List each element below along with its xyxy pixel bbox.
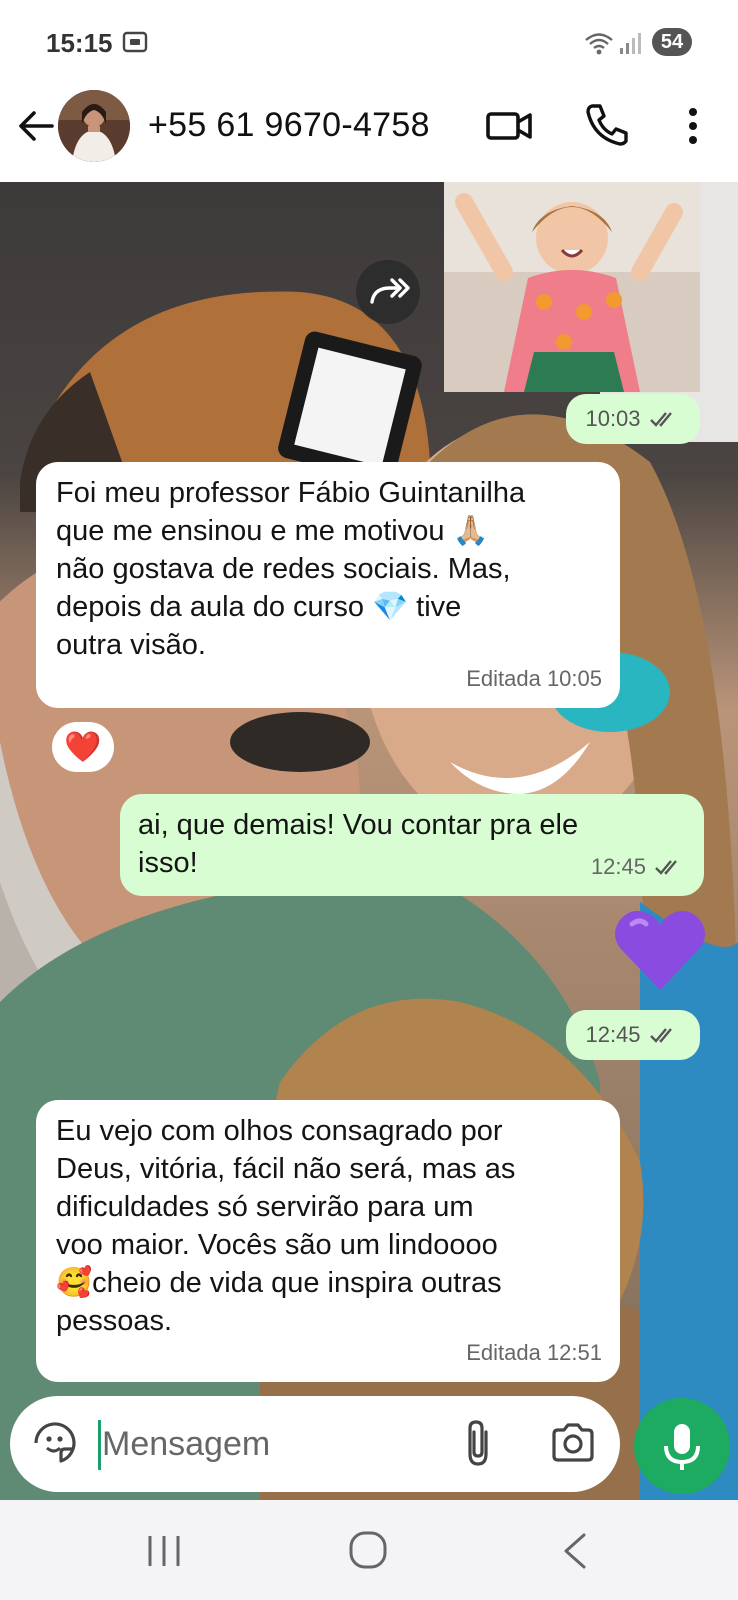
text-cursor	[98, 1420, 101, 1470]
message-line: ai, que demais! Vou contar pra ele	[138, 809, 579, 841]
message-line: dificuldades só servirão para um	[56, 1191, 474, 1223]
incoming-message[interactable]: Eu vejo com olhos consagrado por Deus, v…	[36, 1100, 620, 1382]
outgoing-message[interactable]: ai, que demais! Vou contar pra ele isso!…	[120, 794, 704, 896]
message-time: 10:03	[585, 406, 641, 431]
message-line: 🥰cheio de vida que inspira outras	[56, 1267, 502, 1299]
message-line: voo maior. Vocês são um lindoooo	[56, 1229, 498, 1261]
message-time: 12:45	[590, 854, 646, 879]
message-line: que me ensinou e me motivou 🙏🏼	[56, 515, 489, 547]
message-line: não gostava de redes sociais. Mas,	[56, 553, 511, 585]
message-time: 12:45	[585, 1022, 641, 1047]
shared-photo[interactable]	[444, 182, 700, 392]
read-receipt-icon	[655, 860, 677, 875]
back-arrow-icon[interactable]	[14, 104, 58, 148]
image-message-meta: 10:03	[566, 394, 700, 444]
wifi-icon	[585, 33, 613, 55]
battery-icon: 54	[652, 28, 692, 56]
more-vert-icon[interactable]	[678, 102, 708, 150]
video-call-icon[interactable]	[484, 102, 534, 150]
chat-area[interactable]: 10:03 Foi meu professor Fábio Guintanilh…	[0, 182, 738, 1500]
message-line: Eu vejo com olhos consagrado por	[56, 1115, 503, 1147]
chat-header: +55 61 9670-4758	[0, 84, 738, 182]
attach-icon[interactable]	[460, 1418, 496, 1468]
screenshot-icon	[122, 31, 148, 53]
message-composer	[10, 1396, 620, 1492]
status-time: 15:15	[46, 28, 113, 58]
contact-name[interactable]: +55 61 9670-4758	[148, 106, 430, 145]
message-input[interactable]	[102, 1416, 432, 1472]
signal-icon	[620, 33, 641, 54]
forward-icon	[370, 278, 410, 304]
message-meta: Editada 12:51	[466, 1340, 602, 1365]
message-line: Deus, vitória, fácil não será, mas as	[56, 1153, 516, 1185]
system-nav-bar	[0, 1500, 738, 1600]
message-meta: 12:45	[591, 848, 686, 886]
message-line: depois da aula do curso 💎 tive	[56, 591, 462, 623]
camera-icon[interactable]	[550, 1420, 596, 1466]
recent-apps-icon[interactable]	[144, 1534, 184, 1568]
phone-icon[interactable]	[584, 100, 630, 148]
heart-reaction-icon: ❤️	[64, 730, 102, 764]
sticker-icon[interactable]	[32, 1420, 78, 1466]
reaction-badge[interactable]: ❤️	[52, 722, 114, 772]
forward-button[interactable]	[356, 260, 420, 324]
mic-icon	[664, 1424, 700, 1470]
message-meta: Editada 10:05	[466, 666, 602, 691]
message-line: outra visão.	[56, 629, 206, 661]
avatar[interactable]	[58, 90, 130, 162]
mic-button[interactable]	[634, 1398, 730, 1494]
status-bar: 15:15 54	[0, 0, 738, 84]
back-icon[interactable]	[560, 1532, 590, 1570]
purple-heart-emoji[interactable]	[612, 908, 708, 994]
incoming-message[interactable]: Foi meu professor Fábio Guintanilha que …	[36, 462, 620, 708]
read-receipt-icon	[649, 1028, 672, 1043]
read-receipt-icon	[649, 412, 672, 427]
message-line: Foi meu professor Fábio Guintanilha	[56, 477, 526, 509]
home-icon[interactable]	[348, 1530, 388, 1570]
emoji-message-meta: 12:45	[566, 1010, 700, 1060]
